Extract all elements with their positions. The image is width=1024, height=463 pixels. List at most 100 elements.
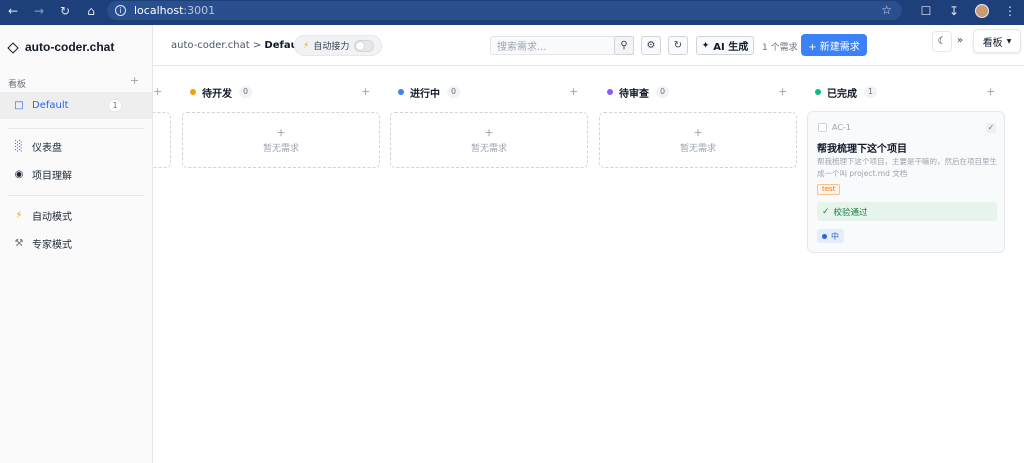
- column-title: 待审查: [619, 88, 649, 100]
- sidebar-item-label: 项目理解: [32, 171, 72, 182]
- browser-toolbar: ← → ↻ ⌂ i localhost:3001 ☆ ☐ ↧ ⋮: [0, 0, 1024, 21]
- back-icon[interactable]: ←: [0, 0, 26, 21]
- empty-text: 暂无需求: [679, 143, 716, 154]
- column-header: 进行中 0: [398, 84, 460, 100]
- breadcrumb-root[interactable]: auto-coder.chat: [171, 40, 250, 51]
- column-count-badge: 1: [864, 86, 877, 98]
- add-board-button[interactable]: +: [130, 74, 139, 87]
- breadcrumb: auto-coder.chat > Default: [171, 40, 306, 51]
- gear-icon: ⚙: [646, 40, 656, 51]
- empty-text: 暂无需求: [262, 143, 299, 154]
- browser-menu-icon[interactable]: ⋮: [996, 4, 1024, 18]
- card-description: 帮我梳理下这个项目，主要是干嘛的，然后在项目里生成一个叫 project.md …: [817, 157, 997, 178]
- brand-name: auto-coder.chat: [25, 40, 115, 54]
- refresh-button[interactable]: ↻: [668, 36, 688, 55]
- view-select-value: 看板: [982, 37, 1003, 49]
- column-count-badge: 0: [447, 86, 460, 98]
- toggle-switch[interactable]: [354, 40, 374, 52]
- column-empty-placeholder[interactable]: + 暂无需求: [390, 112, 588, 168]
- kanban-board: + 待开发 0 + + 暂无需求 进行中 0 + + 暂无需求 待审查 0 + …: [153, 66, 1024, 463]
- column-header: 已完成 1: [815, 84, 877, 100]
- target-icon: ◉: [14, 169, 24, 180]
- check-icon[interactable]: ✓: [986, 123, 996, 133]
- column-empty-placeholder[interactable]: [153, 112, 171, 168]
- sidebar-item-default[interactable]: □ Default 1: [0, 92, 152, 119]
- column-add-button[interactable]: +: [778, 85, 787, 98]
- column-count-badge: 0: [656, 86, 669, 98]
- priority-label: 中: [831, 231, 839, 241]
- brand[interactable]: auto-coder.chat: [8, 40, 114, 54]
- column-header: 待审查 0: [607, 84, 669, 100]
- card-checkbox[interactable]: [818, 123, 827, 132]
- expand-button[interactable]: »: [957, 35, 963, 46]
- plus-icon: +: [484, 125, 494, 139]
- refresh-icon: ↻: [673, 40, 683, 51]
- url-host: localhost: [134, 4, 184, 17]
- column-empty-placeholder[interactable]: + 暂无需求: [599, 112, 797, 168]
- chevron-down-icon: ▼: [1006, 37, 1012, 45]
- requirement-count: 1 个需求: [762, 43, 798, 53]
- home-icon[interactable]: ⌂: [78, 0, 104, 21]
- sidebar-divider: [8, 128, 144, 129]
- priority-dot: [822, 233, 827, 239]
- search-button[interactable]: ⚲: [614, 36, 634, 55]
- extensions-icon[interactable]: ☐: [912, 4, 940, 18]
- sidebar-item-expert-mode[interactable]: ⚒ 专家模式: [0, 230, 152, 257]
- card-title: 帮我梳理下这个项目: [817, 144, 907, 155]
- auto-relay-toggle[interactable]: ⚡ 自动接力: [294, 35, 382, 56]
- column-header: 待开发 0: [190, 84, 252, 100]
- sidebar-item-project-understanding[interactable]: ◉ 项目理解: [0, 161, 152, 188]
- status-dot: [190, 89, 196, 95]
- verification-label: 校验通过: [833, 207, 868, 218]
- sidebar-item-dashboard[interactable]: ░ 仪表盘: [0, 133, 152, 160]
- lightning-icon: ⚡: [15, 210, 23, 221]
- status-dot: [607, 89, 613, 95]
- board-count-badge: 1: [108, 99, 122, 112]
- sidebar-item-auto-mode[interactable]: ⚡ 自动模式: [0, 202, 152, 229]
- sidebar: auto-coder.chat 看板 + □ Default 1 ░ 仪表盘 ◉…: [0, 25, 153, 463]
- column-empty-placeholder[interactable]: + 暂无需求: [182, 112, 380, 168]
- ai-generate-label: AI 生成: [713, 42, 749, 53]
- ai-generate-button[interactable]: ✦ AI 生成: [696, 36, 754, 55]
- sidebar-item-label: 仪表盘: [32, 143, 62, 154]
- column-add-button[interactable]: +: [986, 85, 995, 98]
- status-dot: [398, 89, 404, 95]
- column-add-button[interactable]: +: [361, 85, 370, 98]
- site-info-icon[interactable]: i: [115, 5, 126, 16]
- board-icon: □: [14, 100, 24, 111]
- new-requirement-button[interactable]: + 新建需求: [801, 34, 867, 56]
- priority-badge: 中: [817, 229, 844, 243]
- boards-section-label: 看板: [8, 80, 27, 90]
- column-add-button[interactable]: +: [569, 85, 578, 98]
- theme-toggle-button[interactable]: ☾: [932, 31, 952, 52]
- breadcrumb-separator: >: [249, 40, 265, 51]
- empty-text: 暂无需求: [470, 143, 507, 154]
- plus-icon: +: [693, 125, 703, 139]
- address-bar[interactable]: i localhost:3001 ☆: [107, 1, 902, 20]
- plus-icon: +: [276, 125, 286, 139]
- sidebar-item-label: 自动模式: [32, 212, 72, 223]
- verification-status: ✓ 校验通过: [817, 202, 997, 221]
- reload-icon[interactable]: ↻: [52, 0, 78, 21]
- url-port: :3001: [183, 4, 216, 17]
- column-add-button[interactable]: +: [153, 85, 162, 98]
- settings-button[interactable]: ⚙: [641, 36, 661, 55]
- bookmark-star-icon[interactable]: ☆: [881, 3, 892, 17]
- view-select[interactable]: 看板 ▼: [973, 29, 1021, 53]
- requirement-card[interactable]: AC-1 ✓ 帮我梳理下这个项目 帮我梳理下这个项目，主要是干嘛的，然后在项目里…: [807, 111, 1005, 253]
- download-icon[interactable]: ↧: [940, 4, 968, 18]
- column-count-badge: 0: [239, 86, 252, 98]
- column-title: 进行中: [410, 88, 440, 100]
- forward-icon[interactable]: →: [26, 0, 52, 21]
- bar-chart-icon: ░: [15, 141, 23, 152]
- sparkle-icon: ✦: [701, 40, 710, 51]
- sidebar-divider: [8, 195, 144, 196]
- search-icon: ⚲: [620, 40, 628, 51]
- wrench-icon: ⚒: [14, 238, 24, 249]
- search-input[interactable]: 搜索需求...: [490, 36, 634, 55]
- search-placeholder: 搜索需求...: [497, 42, 547, 53]
- profile-avatar[interactable]: [975, 3, 989, 18]
- check-icon: ✓: [822, 206, 830, 217]
- auto-relay-label: 自动接力: [313, 42, 350, 52]
- sidebar-item-label: Default: [32, 100, 69, 111]
